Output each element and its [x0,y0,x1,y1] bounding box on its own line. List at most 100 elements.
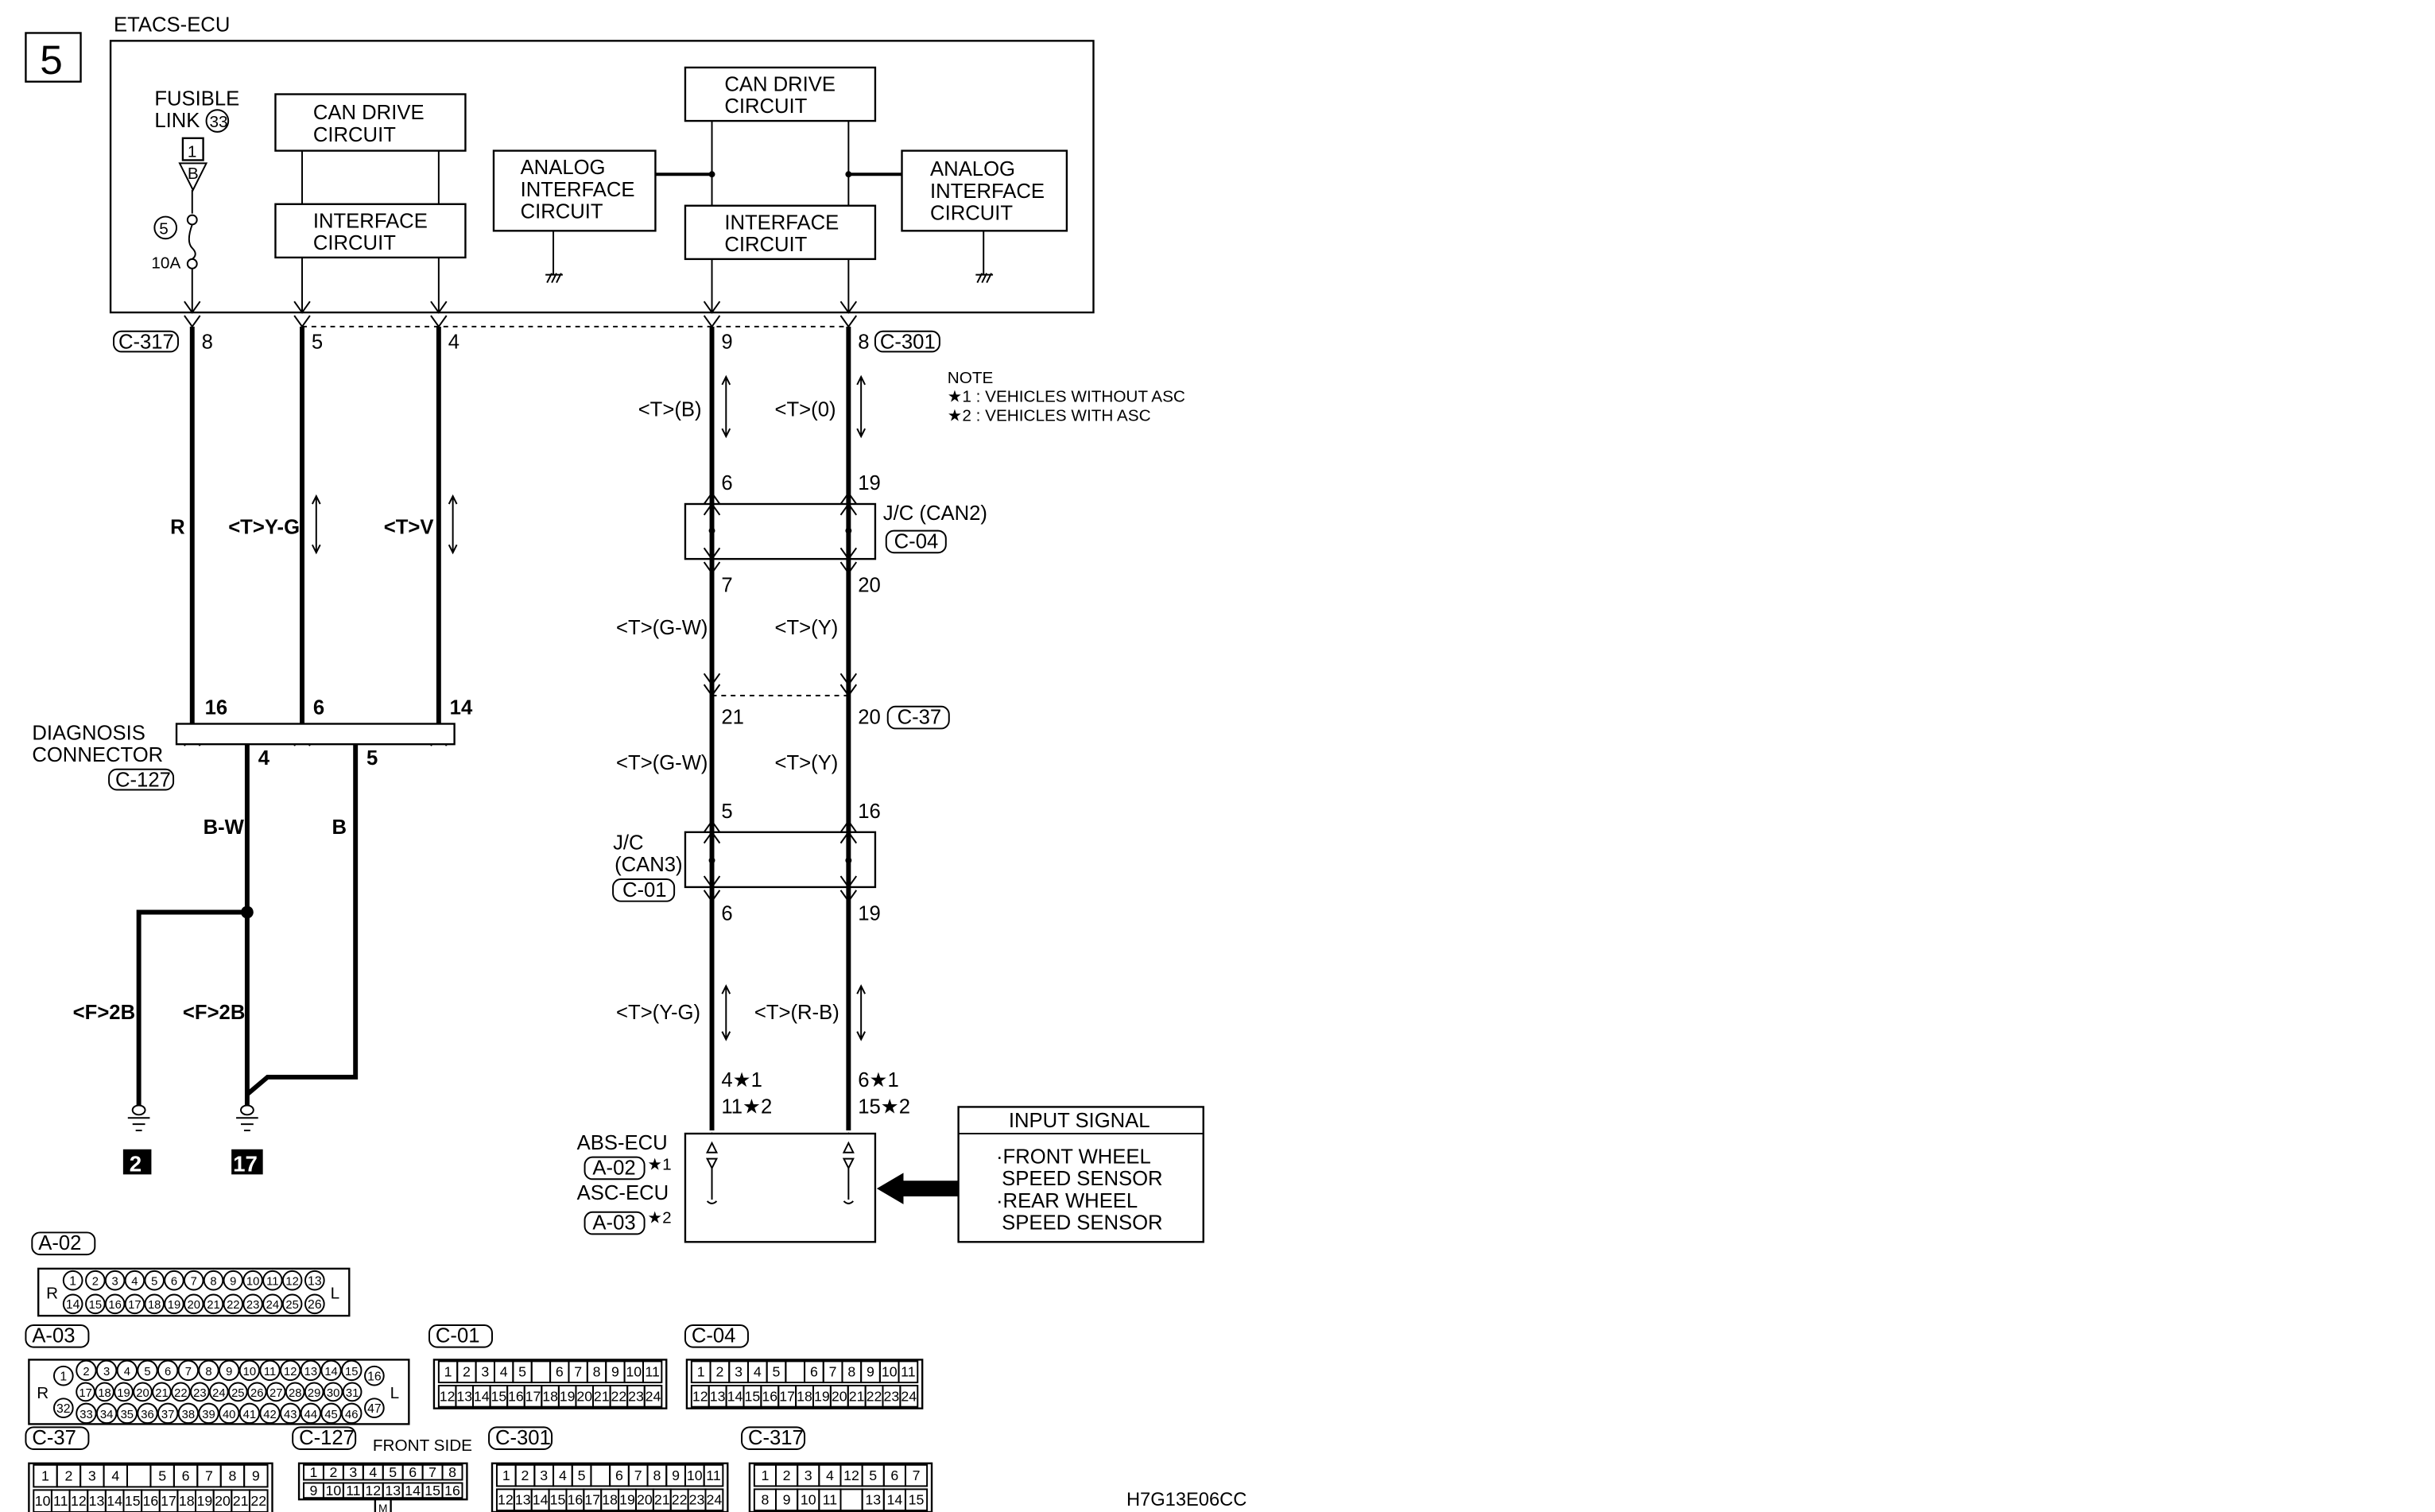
pin-number: 22 [672,1492,688,1508]
power-triangle-label: B [188,165,199,183]
pin-number: 11 [645,1364,660,1380]
pin-number: 15 [345,1366,358,1378]
pin-number: 7 [634,1467,642,1483]
pin-number: 7 [913,1467,921,1483]
pin-number: 2 [783,1467,791,1483]
pin-number: 19 [814,1388,830,1404]
block-label: CIRCUIT [724,95,807,118]
pin-number: 23 [193,1387,206,1400]
diagnosis-connector-label: DIAGNOSIS [32,722,145,744]
front-side-label: FRONT SIDE [373,1436,472,1455]
pin-number: 18 [797,1388,812,1404]
pin-number: 20 [832,1388,847,1404]
pin-number: 11 [823,1492,838,1508]
pin-number: 10 [246,1276,259,1289]
pin-number: 7 [574,1364,582,1380]
pin-number: 8 [205,1366,211,1378]
pin-number: 26 [250,1387,263,1400]
pin-number: 5 [151,1276,157,1289]
pin-number: 8 [847,1364,855,1380]
pin-number: 4 [258,747,270,770]
block-label: INTERFACE [313,210,428,232]
pin-number: 11★2 [721,1095,772,1118]
input-signal-line: ·REAR WHEEL [996,1190,1138,1212]
pin-number: 5 [869,1467,877,1483]
block-label: ANALOG [930,158,1015,180]
pin-number: 11 [901,1364,916,1380]
pin-number: 10 [626,1364,642,1380]
pin-number: 8 [210,1276,216,1289]
wire-color-label: <T>(G-W) [616,752,708,774]
pin-number: 10 [801,1492,816,1508]
pin-number: 45 [324,1409,337,1421]
pin-number: 6 [182,1467,190,1483]
pin-number: 9 [226,1366,232,1378]
pin-number: 19 [560,1388,576,1404]
pin-number: 22 [227,1299,239,1312]
pin-number: 4 [826,1467,834,1483]
ecu-title: ETACS-ECU [114,14,230,37]
block-label: CIRCUIT [313,124,396,146]
pin-number: 29 [308,1387,320,1400]
pin-number: 8 [653,1467,661,1483]
pin-number: 12 [285,1276,298,1289]
note-title: NOTE [948,369,994,387]
pin-number: 23 [628,1388,644,1404]
connector-id: A-03 [592,1212,635,1234]
pin-number: 1 [761,1467,769,1483]
wire-b [245,744,359,1096]
connector-id: C-317 [748,1427,804,1449]
wire-color-label: <F>2B [73,1002,135,1024]
pin-number: 6 [810,1364,818,1380]
fusible-link-label: FUSIBLE [154,87,239,110]
wire-color-label: <T>(R-B) [754,1002,839,1024]
fuse-rating: 10A [151,254,180,273]
pin-number: 1 [60,1370,67,1384]
pin-number: 16 [858,801,881,823]
pin-number: 11 [266,1276,278,1289]
pin-number: 10 [35,1493,51,1509]
pin-number: 24 [646,1388,661,1404]
input-signal-line: SPEED SENSOR [996,1168,1163,1190]
pin-number: 12 [440,1388,456,1404]
pin-number: 13 [710,1388,726,1404]
pin-number: 9 [230,1276,236,1289]
pin-number: 5 [721,801,732,823]
pin-number: 32 [56,1402,71,1416]
terminal-arrow [703,315,721,328]
pin-number: 13 [89,1493,105,1509]
pin-number: 14 [533,1492,549,1508]
pin-number: 19 [619,1492,635,1508]
pin-number: 14 [405,1483,421,1498]
pin-number: 1 [41,1467,49,1483]
pin-number: 6 [615,1467,623,1483]
pin-number: 47 [367,1402,382,1416]
side-label: R [37,1384,48,1402]
pin-number: 46 [345,1409,358,1421]
pin-number: 3 [540,1467,548,1483]
pin-number: 6 [721,902,732,925]
pin-number: 1 [69,1275,76,1289]
pin-number: 5 [144,1366,150,1378]
pin-number: 38 [182,1409,195,1421]
pin-number: 13 [308,1275,322,1289]
pin-number: 18 [179,1493,195,1509]
abs-asc-ecu-box [684,1132,877,1243]
pin-number: 25 [231,1387,244,1400]
wire-color-label: <T>(B) [638,398,702,421]
pin-number: 17 [525,1388,541,1404]
pin-number: 1 [444,1364,452,1380]
pin-number: 23 [689,1492,705,1508]
pin-number: 3 [349,1464,357,1480]
joint-connector-label-2: (CAN3) [615,854,683,876]
figure-code: H7G13E06CC [1126,1490,1247,1510]
pin-number: 12 [843,1467,859,1483]
pin-number: 15 [425,1483,440,1498]
pin-number: 21 [233,1493,249,1509]
pin-number: 4 [448,331,459,353]
pin-number: 2 [329,1464,337,1480]
pin-number: 1 [502,1467,510,1483]
wire-color-label: <T>Y-G [228,517,300,539]
pin-number: 7 [185,1366,192,1378]
junction-dot [845,857,852,864]
